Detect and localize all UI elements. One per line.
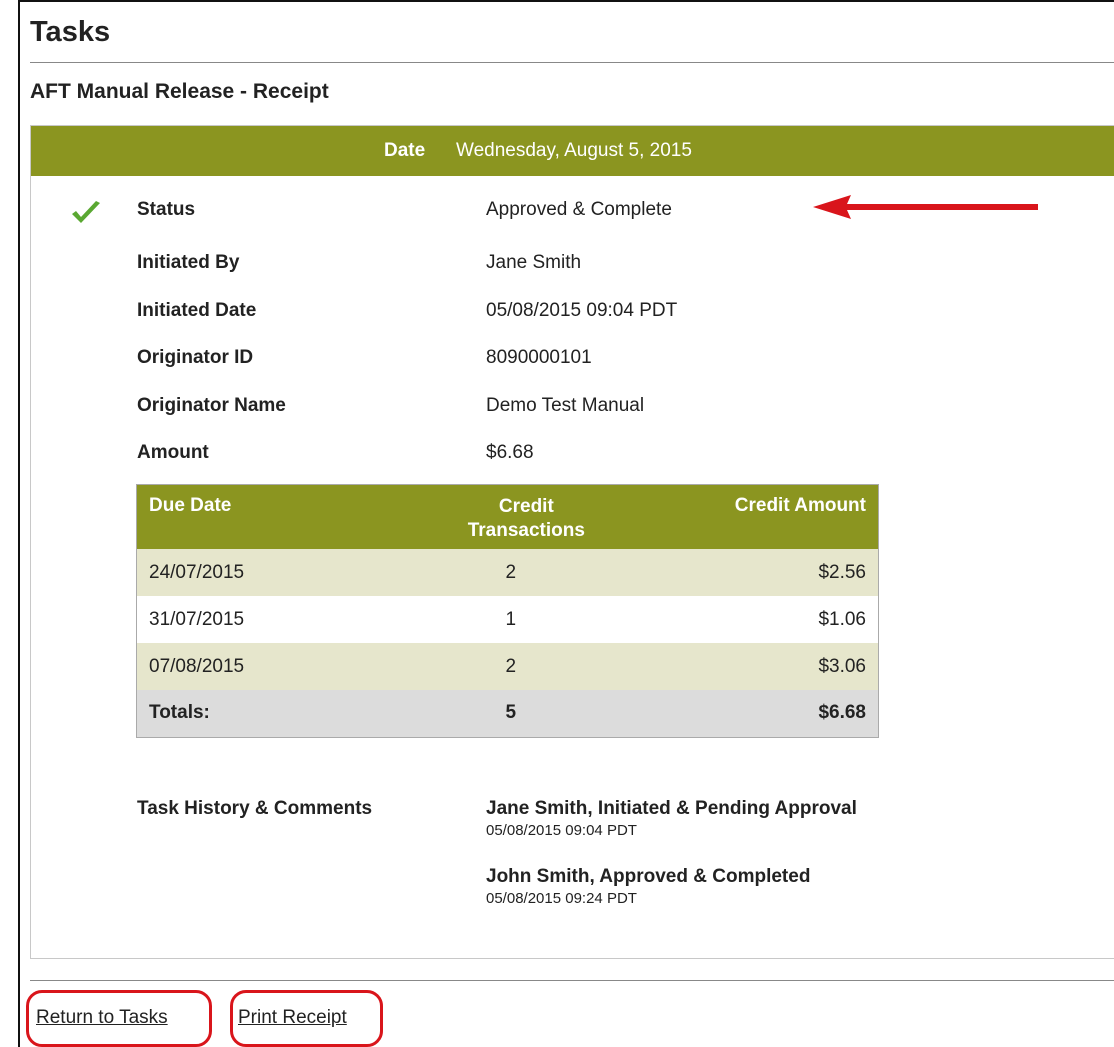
task-history-label: Task History & Comments [137, 798, 373, 819]
column-header-credit-transactions: Credit Transactions [416, 484, 637, 549]
initiated-by-value: Jane Smith [486, 252, 582, 273]
transactions-cell: 2 [416, 643, 637, 690]
column-header-credit-transactions-line2: Transactions [467, 520, 585, 541]
checkmark-icon [72, 201, 100, 223]
initiated-date-value: 05/08/2015 09:04 PDT [486, 300, 678, 321]
initiated-date-label: Initiated Date [137, 300, 257, 321]
footer-divider [30, 980, 1114, 981]
table-row: 07/08/2015 2 $3.06 [136, 643, 879, 690]
page-title: Tasks [30, 16, 111, 48]
date-header-bar: Date Wednesday, August 5, 2015 [31, 126, 1114, 176]
amount-value: $6.68 [486, 442, 534, 463]
due-date-table: Due Date Credit Transactions Credit Amou… [136, 484, 879, 738]
history-entry: Jane Smith, Initiated & Pending Approval… [486, 798, 857, 839]
date-label: Date [384, 140, 426, 161]
originator-id-value: 8090000101 [486, 347, 592, 368]
window-border-top [18, 0, 1114, 2]
window-border-left [18, 0, 20, 1047]
column-header-credit-transactions-line1: Credit [498, 496, 554, 517]
totals-row: Totals: 5 $6.68 [136, 690, 879, 737]
table-header-row: Due Date Credit Transactions Credit Amou… [136, 484, 879, 549]
table-row: 24/07/2015 2 $2.56 [136, 549, 879, 596]
originator-name-value: Demo Test Manual [486, 395, 645, 416]
amount-cell: $2.56 [636, 549, 879, 596]
history-entry: John Smith, Approved & Completed 05/08/2… [486, 866, 810, 907]
history-entry-title: John Smith, Approved & Completed [486, 866, 811, 887]
originator-id-label: Originator ID [137, 347, 254, 368]
status-label: Status [137, 199, 196, 220]
due-date-cell: 31/07/2015 [149, 608, 245, 630]
red-arrow-icon [813, 195, 1038, 219]
history-entry-time: 05/08/2015 09:04 PDT [486, 822, 637, 839]
divider [30, 62, 1114, 63]
due-date-cell: 07/08/2015 [136, 643, 417, 690]
table-row: 31/07/2015 1 $1.06 [137, 596, 879, 643]
highlight-circle-print [230, 990, 383, 1047]
history-entry-time: 05/08/2015 09:24 PDT [486, 890, 637, 907]
transactions-cell: 1 [505, 608, 517, 630]
initiated-by-label: Initiated By [137, 252, 240, 273]
due-date-cell: 24/07/2015 [136, 549, 417, 596]
amount-cell: $1.06 [818, 608, 866, 630]
date-value: Wednesday, August 5, 2015 [456, 140, 692, 161]
totals-label: Totals: [136, 690, 417, 737]
receipt-title: AFT Manual Release - Receipt [30, 80, 329, 103]
transactions-cell: 2 [416, 549, 637, 596]
totals-amount: $6.68 [636, 690, 879, 737]
amount-label: Amount [137, 442, 209, 463]
amount-cell: $3.06 [636, 643, 879, 690]
column-header-credit-amount: Credit Amount [636, 484, 879, 549]
status-value: Approved & Complete [486, 199, 672, 220]
receipt-panel: Date Wednesday, August 5, 2015 Status Ap… [30, 125, 1114, 959]
highlight-circle-return [26, 990, 212, 1047]
column-header-due-date: Due Date [136, 484, 417, 549]
history-entry-title: Jane Smith, Initiated & Pending Approval [486, 798, 857, 819]
originator-name-label: Originator Name [137, 395, 286, 416]
totals-transactions: 5 [416, 690, 637, 737]
